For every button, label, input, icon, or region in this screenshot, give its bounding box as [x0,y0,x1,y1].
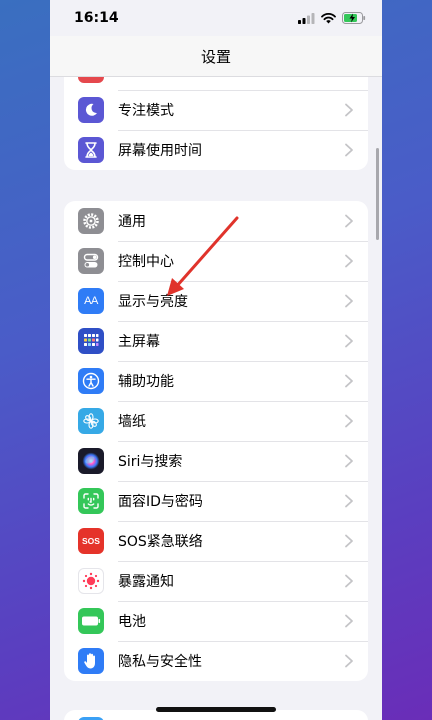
exposure-icon [78,568,104,594]
settings-row-battery[interactable]: 电池 [64,601,368,641]
settings-row-siri-search[interactable]: Siri与搜索 [64,441,368,481]
settings-row-accessibility[interactable]: 辅助功能 [64,361,368,401]
chevron-right-icon [345,614,353,628]
settings-row-emergency-sos[interactable]: SOS SOS紧急联络 [64,521,368,561]
chevron-right-icon [345,414,353,428]
chevron-right-icon [345,574,353,588]
siri-icon [78,448,104,474]
battery-icon [78,608,104,634]
settings-row-label: 显示与亮度 [118,294,188,310]
text-size-icon: AA [78,288,104,314]
settings-row-privacy-security[interactable]: 隐私与安全性 [64,641,368,681]
settings-group-main: 通用 控制中心 AA 显示与亮度 主屏幕 辅助功能 墙纸 Siri与搜索 面容I… [64,201,368,681]
settings-row-label: 专注模式 [118,103,174,119]
text-size-glyph: AA [84,295,98,307]
battery-charging-icon [342,12,366,24]
chevron-right-icon [345,214,353,228]
wifi-icon [321,12,336,23]
settings-row-label: 通用 [118,214,146,230]
settings-row-display-brightness[interactable]: AA 显示与亮度 [64,281,368,321]
chevron-right-icon [345,294,353,308]
settings-row-label: Siri与搜索 [118,454,183,470]
chevron-right-icon [345,143,353,157]
settings-row-label: 隐私与安全性 [118,654,202,670]
settings-row-label: 面容ID与密码 [118,494,203,510]
chevron-right-icon [345,254,353,268]
gear-icon [78,208,104,234]
settings-screen: 16:14 设置 专注模式 屏幕使用时间 通用 控制中心 AA 显示与亮度 主屏… [50,0,382,720]
face-id-icon [78,488,104,514]
settings-row-label: 控制中心 [118,254,174,270]
settings-row-control-center[interactable]: 控制中心 [64,241,368,281]
settings-row-wallpaper[interactable]: 墙纸 [64,401,368,441]
cellular-signal-icon [298,12,315,24]
chevron-right-icon [345,534,353,548]
settings-row-label: 主屏幕 [118,334,160,350]
hourglass-icon [78,137,104,163]
settings-row-label: 电池 [118,614,146,630]
home-indicator[interactable] [156,707,276,712]
moon-icon [78,97,104,123]
settings-row-screen-time[interactable]: 屏幕使用时间 [64,130,368,170]
chevron-right-icon [345,103,353,117]
chevron-right-icon [345,334,353,348]
scroll-indicator[interactable] [376,148,379,240]
settings-row-label: 暴露通知 [118,574,174,590]
settings-row-exposure-notifications[interactable]: 暴露通知 [64,561,368,601]
settings-row-label: 墙纸 [118,414,146,430]
nav-bar: 设置 [50,36,382,77]
status-bar: 16:14 [50,0,382,36]
accessibility-icon [78,368,104,394]
settings-row-label: SOS紧急联络 [118,534,203,550]
chevron-right-icon [345,454,353,468]
page-title: 设置 [200,47,231,66]
toggles-icon [78,248,104,274]
settings-row-label: 辅助功能 [118,374,174,390]
chevron-right-icon [345,374,353,388]
app-grid-icon [78,328,104,354]
settings-row-focus[interactable]: 专注模式 [64,90,368,130]
status-time: 16:14 [74,10,119,26]
settings-row-face-id-passcode[interactable]: 面容ID与密码 [64,481,368,521]
chevron-right-icon [345,654,353,668]
flower-icon [78,408,104,434]
hand-icon [78,648,104,674]
chevron-right-icon [345,494,353,508]
sos-glyph: SOS [82,536,100,546]
sos-icon: SOS [78,528,104,554]
settings-row-home-screen[interactable]: 主屏幕 [64,321,368,361]
status-icons [298,12,366,24]
settings-row-general[interactable]: 通用 [64,201,368,241]
settings-row-label: 屏幕使用时间 [118,143,202,159]
